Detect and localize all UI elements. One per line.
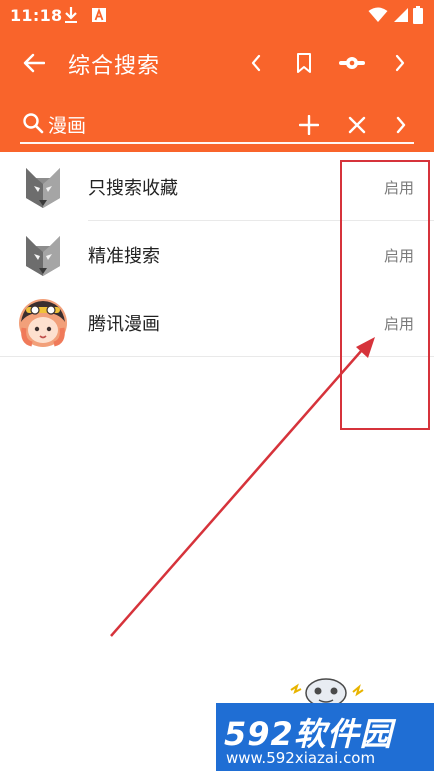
bookmark-icon: [297, 53, 311, 73]
font-a-icon: [90, 6, 108, 24]
chevron-right-icon: [395, 54, 405, 72]
status-bar: 11:18: [0, 0, 434, 32]
toolbar: 综合搜索: [0, 32, 434, 92]
battery-icon: [412, 6, 424, 24]
source-name: 腾讯漫画: [88, 314, 160, 335]
annotation-highlight-box: [340, 160, 430, 430]
search-icon: [22, 112, 44, 134]
close-icon: [348, 116, 366, 134]
chevron-right-icon: [396, 116, 406, 134]
search-bar: [0, 92, 434, 152]
plus-icon: [299, 115, 319, 135]
slider-toggle-icon: [339, 57, 365, 69]
status-time: 11:18: [10, 6, 63, 25]
search-submit-button[interactable]: [386, 110, 416, 140]
bookmark-button[interactable]: [288, 48, 320, 78]
back-arrow-icon: [23, 53, 45, 73]
watermark-banner: 592软件园 www.592xiazai.com: [216, 703, 434, 771]
app-header: 11:18 综合搜索 漫画: [0, 0, 434, 152]
wolf-logo-icon: [18, 230, 68, 280]
next-button[interactable]: [384, 48, 416, 78]
source-name: 只搜索收藏: [88, 178, 178, 199]
signal-icon: [392, 6, 410, 24]
previous-button[interactable]: [240, 48, 272, 78]
wolf-logo-icon: [18, 162, 68, 212]
filter-toggle-button[interactable]: [334, 48, 370, 78]
source-name: 精准搜索: [88, 246, 160, 267]
watermark-url: www.592xiazai.com: [226, 749, 376, 767]
chevron-left-icon: [251, 54, 261, 72]
page-title: 综合搜索: [68, 54, 161, 79]
download-icon: [62, 6, 80, 24]
back-button[interactable]: [16, 48, 52, 78]
clear-button[interactable]: [342, 110, 372, 140]
wifi-icon: [368, 6, 388, 24]
add-button[interactable]: [294, 110, 324, 140]
search-input[interactable]: [48, 110, 278, 138]
search-underline: [20, 142, 414, 144]
anime-girl-avatar: [18, 298, 68, 348]
